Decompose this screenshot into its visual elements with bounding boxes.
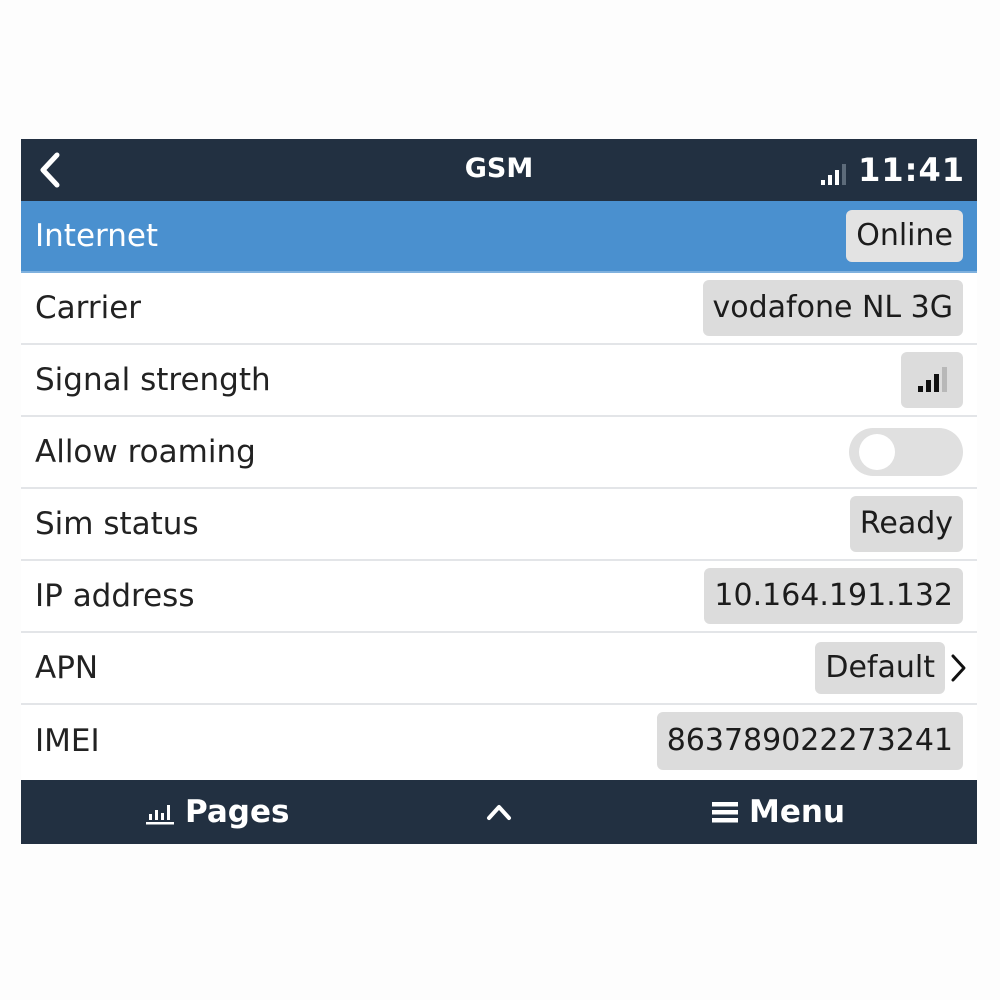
signal-strength-value xyxy=(901,352,963,408)
row-label: Sim status xyxy=(35,506,199,542)
row-allow-roaming[interactable]: Allow roaming xyxy=(21,417,977,489)
row-label: Allow roaming xyxy=(35,434,256,470)
toggle-knob xyxy=(859,434,895,470)
row-signal-strength[interactable]: Signal strength xyxy=(21,345,977,417)
settings-list: Internet Online Carrier vodafone NL 3G S… xyxy=(21,201,977,777)
scroll-up-button[interactable] xyxy=(479,780,519,844)
gsm-screen: GSM 11:41 Internet Online Carrier vodafo… xyxy=(21,139,977,844)
row-internet[interactable]: Internet Online xyxy=(21,201,977,273)
bar-chart-icon xyxy=(146,805,174,825)
chevron-right-icon xyxy=(951,654,966,682)
carrier-value: vodafone NL 3G xyxy=(702,280,963,336)
sim-status-value: Ready xyxy=(849,496,963,552)
menu-button[interactable]: Menu xyxy=(711,780,845,844)
ip-address-value: 10.164.191.132 xyxy=(704,568,963,624)
clock: 11:41 xyxy=(858,151,965,189)
signal-bars-icon xyxy=(821,163,847,185)
row-label: IMEI xyxy=(35,723,100,759)
top-bar: GSM 11:41 xyxy=(21,139,977,201)
roaming-toggle[interactable] xyxy=(849,428,963,476)
menu-label: Menu xyxy=(749,794,846,830)
row-sim-status[interactable]: Sim status Ready xyxy=(21,489,977,561)
back-button[interactable] xyxy=(33,149,73,191)
row-apn[interactable]: APN Default xyxy=(21,633,977,705)
row-imei[interactable]: IMEI 863789022273241 xyxy=(21,705,977,777)
signal-bars-icon xyxy=(917,367,947,392)
hamburger-icon xyxy=(712,802,738,823)
imei-value: 863789022273241 xyxy=(656,712,963,770)
bottom-bar: Pages Menu xyxy=(21,780,977,844)
status-area: 11:41 xyxy=(821,139,965,201)
pages-label: Pages xyxy=(185,794,290,830)
row-label: Carrier xyxy=(35,290,142,326)
pages-button[interactable]: Pages xyxy=(145,780,289,844)
row-ip-address[interactable]: IP address 10.164.191.132 xyxy=(21,561,977,633)
chevron-left-icon xyxy=(40,152,60,188)
chevron-up-icon xyxy=(487,805,511,820)
row-label: Signal strength xyxy=(35,362,271,398)
row-label: IP address xyxy=(35,578,195,614)
row-label: Internet xyxy=(35,218,159,254)
row-label: APN xyxy=(35,650,99,686)
apn-value-wrap: Default xyxy=(815,642,967,694)
internet-status-value: Online xyxy=(846,210,963,262)
row-carrier[interactable]: Carrier vodafone NL 3G xyxy=(21,273,977,345)
apn-value: Default xyxy=(815,642,945,694)
